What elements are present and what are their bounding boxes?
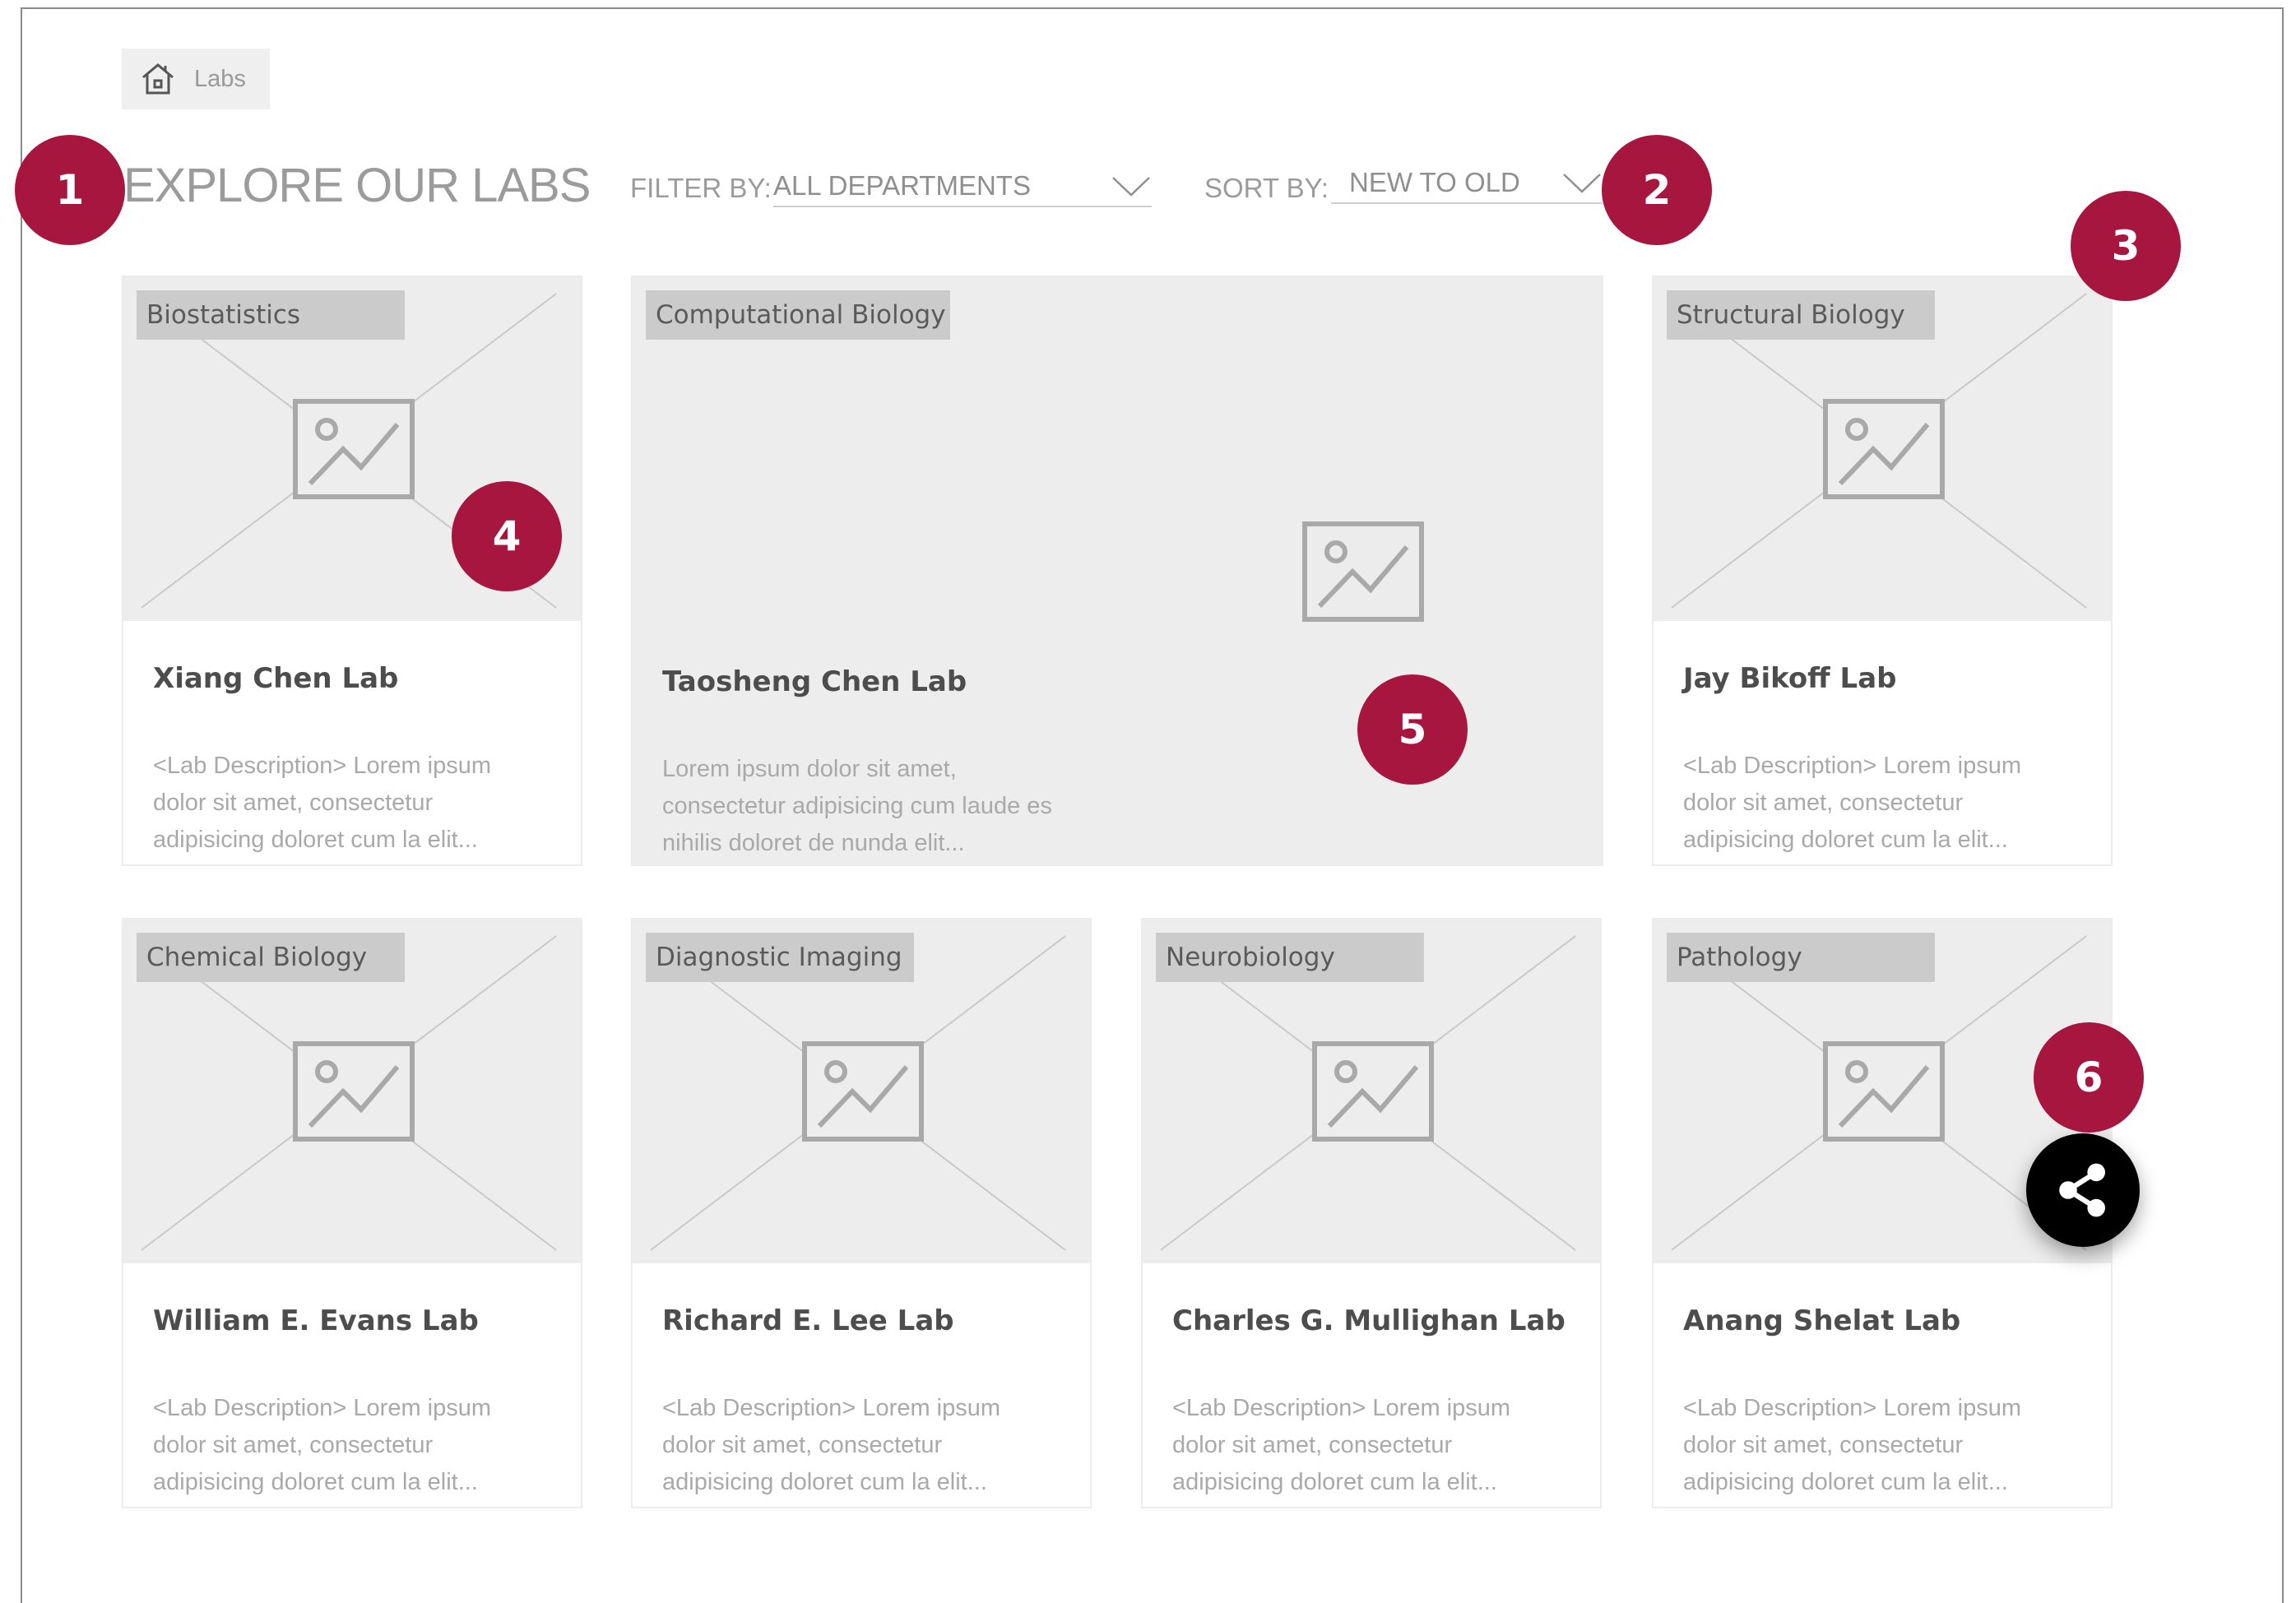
lab-card[interactable]: Structural Biology Jay Bikoff Lab <Lab D… bbox=[1652, 276, 2113, 866]
lab-name[interactable]: William E. Evans Lab bbox=[153, 1304, 479, 1337]
lab-image-placeholder: Neurobiology bbox=[1143, 920, 1600, 1263]
sort-value: NEW TO OLD bbox=[1349, 167, 1520, 197]
annotation-badge-5: 5 bbox=[1357, 674, 1468, 785]
annotation-badge-6: 6 bbox=[2034, 1022, 2144, 1133]
image-placeholder-icon bbox=[293, 1041, 415, 1142]
sort-select[interactable]: NEW TO OLD bbox=[1331, 163, 1603, 204]
annotation-badge-3: 3 bbox=[2071, 191, 2181, 301]
share-icon bbox=[2059, 1163, 2105, 1217]
department-filter-select[interactable]: ALL DEPARTMENTS bbox=[773, 166, 1152, 207]
lab-description: Lorem ipsum dolor sit amet, consectetur … bbox=[662, 756, 1052, 856]
lab-image-placeholder: Structural Biology bbox=[1654, 277, 2111, 621]
annotation-badge-1: 1 bbox=[15, 135, 125, 245]
lab-description: <Lab Description> Lorem ipsum dolor sit … bbox=[662, 1395, 1001, 1495]
sort-label: SORT BY: bbox=[1204, 173, 1329, 203]
annotation-badge-4: 4 bbox=[452, 481, 562, 591]
lab-description: <Lab Description> Lorem ipsum dolor sit … bbox=[1683, 753, 2022, 853]
home-icon[interactable] bbox=[140, 61, 176, 97]
breadcrumb[interactable]: Labs bbox=[122, 49, 270, 109]
department-tag: Structural Biology bbox=[1667, 290, 1935, 340]
department-tag: Pathology bbox=[1667, 933, 1935, 982]
lab-description: <Lab Description> Lorem ipsum dolor sit … bbox=[1172, 1395, 1511, 1495]
filter-label: FILTER BY: bbox=[630, 173, 772, 203]
lab-card[interactable]: Diagnostic Imaging Richard E. Lee Lab <L… bbox=[631, 918, 1092, 1508]
lab-name[interactable]: Richard E. Lee Lab bbox=[662, 1304, 954, 1337]
lab-description: <Lab Description> Lorem ipsum dolor sit … bbox=[1683, 1395, 2022, 1495]
lab-name[interactable]: Xiang Chen Lab bbox=[153, 662, 398, 695]
lab-name[interactable]: Charles G. Mullighan Lab bbox=[1172, 1304, 1565, 1337]
lab-name[interactable]: Jay Bikoff Lab bbox=[1683, 662, 1897, 695]
lab-name[interactable]: Anang Shelat Lab bbox=[1683, 1304, 1960, 1337]
annotation-badge-2: 2 bbox=[1602, 135, 1712, 245]
image-placeholder-icon bbox=[1302, 521, 1424, 622]
department-tag: Biostatistics bbox=[137, 290, 405, 340]
department-tag: Chemical Biology bbox=[137, 933, 405, 982]
lab-image-placeholder: Chemical Biology bbox=[123, 920, 581, 1263]
lab-card[interactable]: Neurobiology Charles G. Mullighan Lab <L… bbox=[1141, 918, 1602, 1508]
department-tag: Neurobiology bbox=[1156, 933, 1424, 982]
image-placeholder-icon bbox=[293, 399, 415, 499]
breadcrumb-labs[interactable]: Labs bbox=[194, 66, 246, 93]
lab-card-featured[interactable]: Computational Biology Taosheng Chen Lab … bbox=[631, 276, 1603, 866]
lab-description: <Lab Description> Lorem ipsum dolor sit … bbox=[153, 1395, 492, 1495]
lab-card[interactable]: Chemical Biology William E. Evans Lab <L… bbox=[122, 918, 582, 1508]
image-placeholder-icon bbox=[1312, 1041, 1434, 1142]
image-placeholder-icon bbox=[1823, 399, 1945, 499]
department-tag: Computational Biology bbox=[646, 290, 950, 340]
lab-name[interactable]: Taosheng Chen Lab bbox=[662, 665, 967, 698]
department-tag: Diagnostic Imaging bbox=[646, 933, 914, 982]
chevron-down-icon bbox=[1111, 174, 1152, 198]
lab-image-placeholder: Diagnostic Imaging bbox=[633, 920, 1090, 1263]
share-button[interactable] bbox=[2026, 1133, 2140, 1247]
page-title: EXPLORE OUR LABS bbox=[123, 159, 591, 212]
image-placeholder-icon bbox=[1823, 1041, 1945, 1142]
lab-description: <Lab Description> Lorem ipsum dolor sit … bbox=[153, 753, 492, 853]
chevron-down-icon bbox=[1561, 170, 1603, 195]
filter-value: ALL DEPARTMENTS bbox=[773, 170, 1031, 201]
image-placeholder-icon bbox=[802, 1041, 924, 1142]
